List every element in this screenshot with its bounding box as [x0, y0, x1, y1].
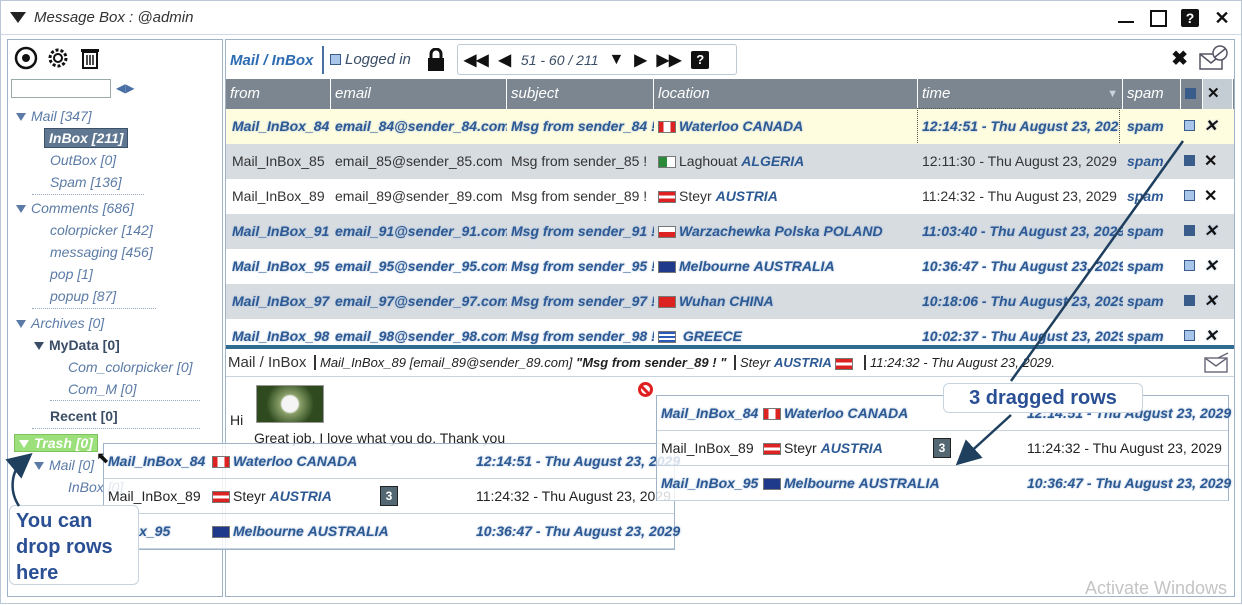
activation-watermark: Activate Windows [1084, 578, 1227, 598]
annotation-arrows [5, 140, 1185, 507]
message-box-window: Message Box : @admin ? ✕ ◀▶ Mail [347] I… [0, 0, 1242, 604]
drag-cursor-icon: ⬉ [96, 450, 110, 467]
